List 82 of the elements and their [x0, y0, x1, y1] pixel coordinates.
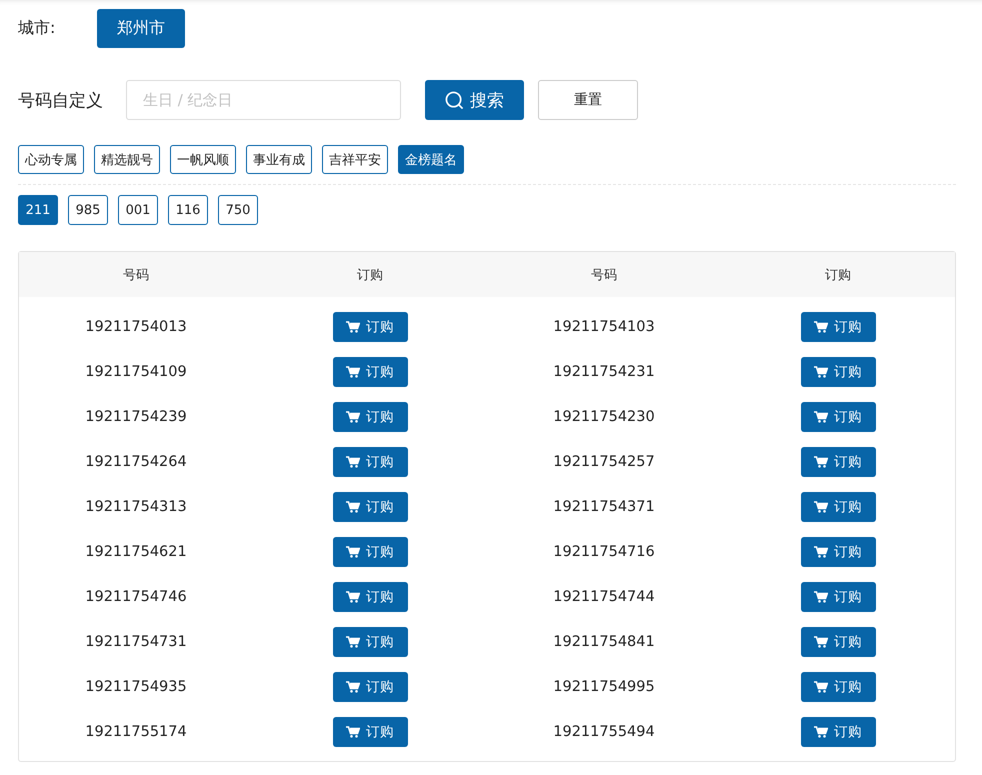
cart-icon [346, 410, 360, 422]
phone-number: 19211755174 [84, 724, 188, 740]
category-tag[interactable]: 精选靓号 [94, 145, 160, 174]
phone-number: 19211754621 [84, 544, 188, 560]
order-button[interactable]: 订购 [332, 356, 408, 386]
phone-number: 19211754841 [552, 634, 656, 650]
cart-icon [346, 590, 360, 602]
order-button[interactable]: 订购 [800, 446, 876, 476]
cart-icon [814, 366, 828, 378]
order-button[interactable]: 订购 [332, 312, 408, 342]
city-label: 城市: [18, 18, 56, 39]
category-tag[interactable]: 一帆风顺 [170, 145, 236, 174]
phone-number: 19211755494 [552, 724, 656, 740]
cart-icon [814, 726, 828, 738]
cart-icon [346, 546, 360, 558]
category-tag[interactable]: 事业有成 [246, 145, 312, 174]
phone-number: 19211754746 [84, 588, 188, 604]
city-button[interactable]: 郑州市 [97, 9, 185, 48]
phone-number: 19211754744 [552, 588, 656, 604]
order-button[interactable]: 订购 [800, 536, 876, 566]
order-button[interactable]: 订购 [800, 312, 876, 342]
cart-icon [346, 366, 360, 378]
cart-icon [346, 726, 360, 738]
cart-icon [814, 320, 828, 332]
cart-icon [346, 320, 360, 332]
order-button[interactable]: 订购 [800, 356, 876, 386]
order-button[interactable]: 订购 [800, 716, 876, 746]
order-button[interactable]: 订购 [332, 492, 408, 522]
search-button[interactable]: 搜索 [425, 80, 524, 120]
phone-number: 19211754103 [552, 318, 656, 334]
column-header: 号码 [590, 266, 618, 284]
order-button[interactable]: 订购 [332, 402, 408, 432]
order-button[interactable]: 订购 [332, 446, 408, 476]
cart-icon [814, 680, 828, 692]
reset-button[interactable]: 重置 [538, 80, 638, 120]
search-label: 号码自定义 [18, 90, 104, 112]
phone-number: 19211754371 [552, 498, 656, 514]
phone-number: 19211754231 [552, 364, 656, 380]
pattern-tag[interactable]: 985 [68, 195, 108, 225]
phone-number: 19211754731 [84, 634, 188, 650]
category-tag[interactable]: 心动专属 [18, 145, 84, 174]
pattern-tag[interactable]: 211 [18, 195, 58, 225]
cart-icon [814, 500, 828, 512]
search-icon [445, 90, 464, 110]
order-button[interactable]: 订购 [332, 626, 408, 656]
cart-icon [814, 636, 828, 648]
cart-icon [814, 590, 828, 602]
order-button[interactable]: 订购 [332, 582, 408, 612]
phone-number: 19211754239 [84, 408, 188, 424]
cart-icon [346, 636, 360, 648]
column-header: 订购 [824, 266, 852, 284]
phone-number: 19211754257 [552, 454, 656, 470]
phone-number: 19211754230 [552, 408, 656, 424]
order-button[interactable]: 订购 [800, 672, 876, 702]
cart-icon [814, 456, 828, 468]
pattern-tag[interactable]: 001 [118, 195, 158, 225]
cart-icon [814, 410, 828, 422]
order-button[interactable]: 订购 [800, 582, 876, 612]
phone-number: 19211754995 [552, 678, 656, 694]
column-header: 号码 [122, 266, 150, 284]
order-button[interactable]: 订购 [332, 536, 408, 566]
order-button[interactable]: 订购 [800, 402, 876, 432]
phone-number: 19211754935 [84, 678, 188, 694]
category-tag[interactable]: 吉祥平安 [322, 145, 388, 174]
column-header: 订购 [356, 266, 384, 284]
order-button[interactable]: 订购 [800, 492, 876, 522]
order-button[interactable]: 订购 [332, 716, 408, 746]
category-tag[interactable]: 金榜题名 [398, 145, 464, 174]
phone-number: 19211754013 [84, 318, 188, 334]
phone-number: 19211754109 [84, 364, 188, 380]
pattern-tag[interactable]: 750 [218, 195, 258, 225]
phone-number: 19211754264 [84, 454, 188, 470]
cart-icon [346, 456, 360, 468]
phone-number: 19211754313 [84, 498, 188, 514]
input-field[interactable]: 生日 / 纪念日 [126, 80, 401, 120]
phone-number: 19211754716 [552, 544, 656, 560]
order-button[interactable]: 订购 [800, 626, 876, 656]
cart-icon [346, 680, 360, 692]
cart-icon [814, 546, 828, 558]
order-button[interactable]: 订购 [332, 672, 408, 702]
cart-icon [346, 500, 360, 512]
pattern-tag[interactable]: 116 [168, 195, 208, 225]
